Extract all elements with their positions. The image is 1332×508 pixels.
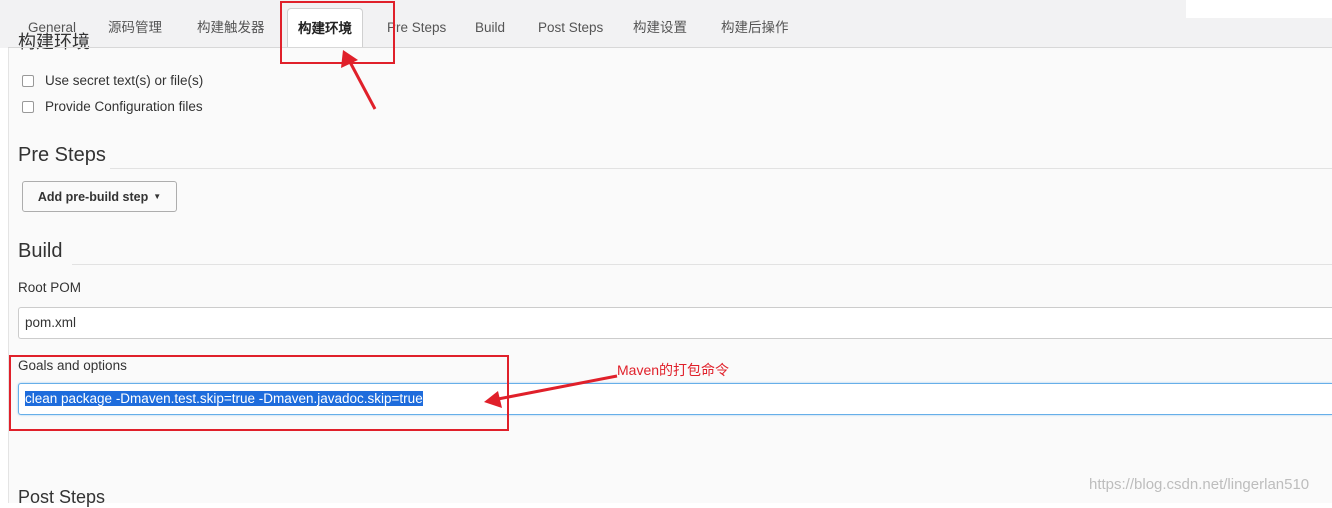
annotation-arrows [341,50,618,408]
post-steps-heading: Post Steps [18,487,106,507]
watermark: https://blog.csdn.net/lingerlan510 [1089,476,1310,493]
arrow-to-tab [341,50,377,110]
arrow-to-goals [484,374,618,408]
